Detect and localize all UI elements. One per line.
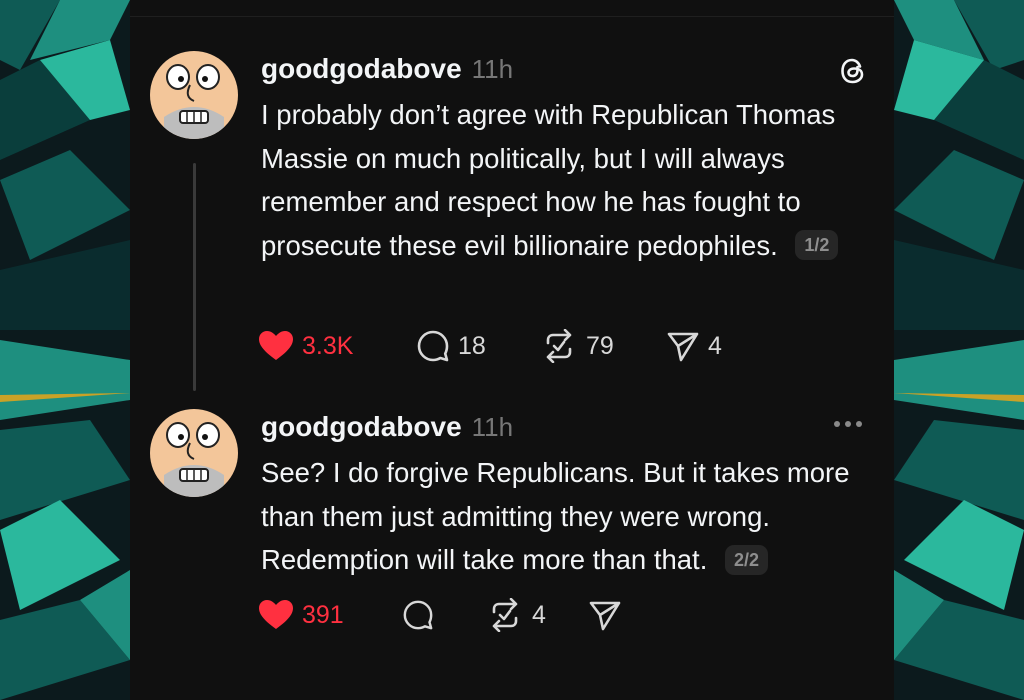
username[interactable]: goodgodabove <box>261 53 462 85</box>
comment-icon <box>417 330 449 362</box>
reply-button[interactable] <box>402 595 442 635</box>
timestamp: 11h <box>471 54 514 84</box>
send-icon <box>589 601 621 631</box>
timestamp: 11h <box>471 412 514 442</box>
more-options-icon[interactable] <box>834 421 862 427</box>
heart-filled-icon <box>259 331 293 360</box>
repost-count: 4 <box>532 600 546 629</box>
comment-icon <box>403 600 433 630</box>
share-button[interactable] <box>588 595 630 635</box>
heart-filled-icon <box>259 600 293 629</box>
post-header: goodgodabove 11h <box>261 411 513 445</box>
thread-pager-badge: 1/2 <box>795 230 839 261</box>
like-count: 391 <box>302 600 344 629</box>
username[interactable]: goodgodabove <box>261 411 462 443</box>
post-text: See? I do forgive Republicans. But it ta… <box>261 451 881 582</box>
like-button[interactable]: 391 <box>258 595 358 635</box>
post-text-content: I probably don’t agree with Republican T… <box>261 99 836 261</box>
post-actions: 3.3K 18 79 4 <box>258 326 722 366</box>
like-button[interactable]: 3.3K <box>258 326 370 366</box>
avatar-face-icon <box>164 422 224 497</box>
avatar-face-icon <box>164 64 224 139</box>
repost-icon <box>546 329 572 363</box>
thread-pager-badge: 2/2 <box>724 544 769 575</box>
share-button[interactable]: 4 <box>666 326 722 366</box>
reply-button[interactable]: 18 <box>416 326 506 366</box>
threads-logo-icon <box>835 53 871 89</box>
repost-button[interactable]: 4 <box>486 595 552 635</box>
thread-connector-line <box>193 163 196 391</box>
repost-count: 79 <box>586 331 614 360</box>
divider <box>130 16 894 17</box>
avatar[interactable] <box>150 51 238 139</box>
post-header: goodgodabove 11h <box>261 53 513 87</box>
like-count: 3.3K <box>302 331 354 360</box>
repost-icon <box>492 598 518 632</box>
share-count: 4 <box>708 331 722 360</box>
background-pattern-right <box>894 0 1024 700</box>
send-icon <box>667 332 699 362</box>
threads-card: goodgodabove 11h I probably don’t agree … <box>130 0 894 700</box>
post-text: I probably don’t agree with Republican T… <box>261 93 881 267</box>
avatar[interactable] <box>150 409 238 497</box>
reply-count: 18 <box>458 331 486 360</box>
background-pattern-left <box>0 0 130 700</box>
repost-button[interactable]: 79 <box>540 326 636 366</box>
post-actions: 391 4 <box>258 595 630 635</box>
